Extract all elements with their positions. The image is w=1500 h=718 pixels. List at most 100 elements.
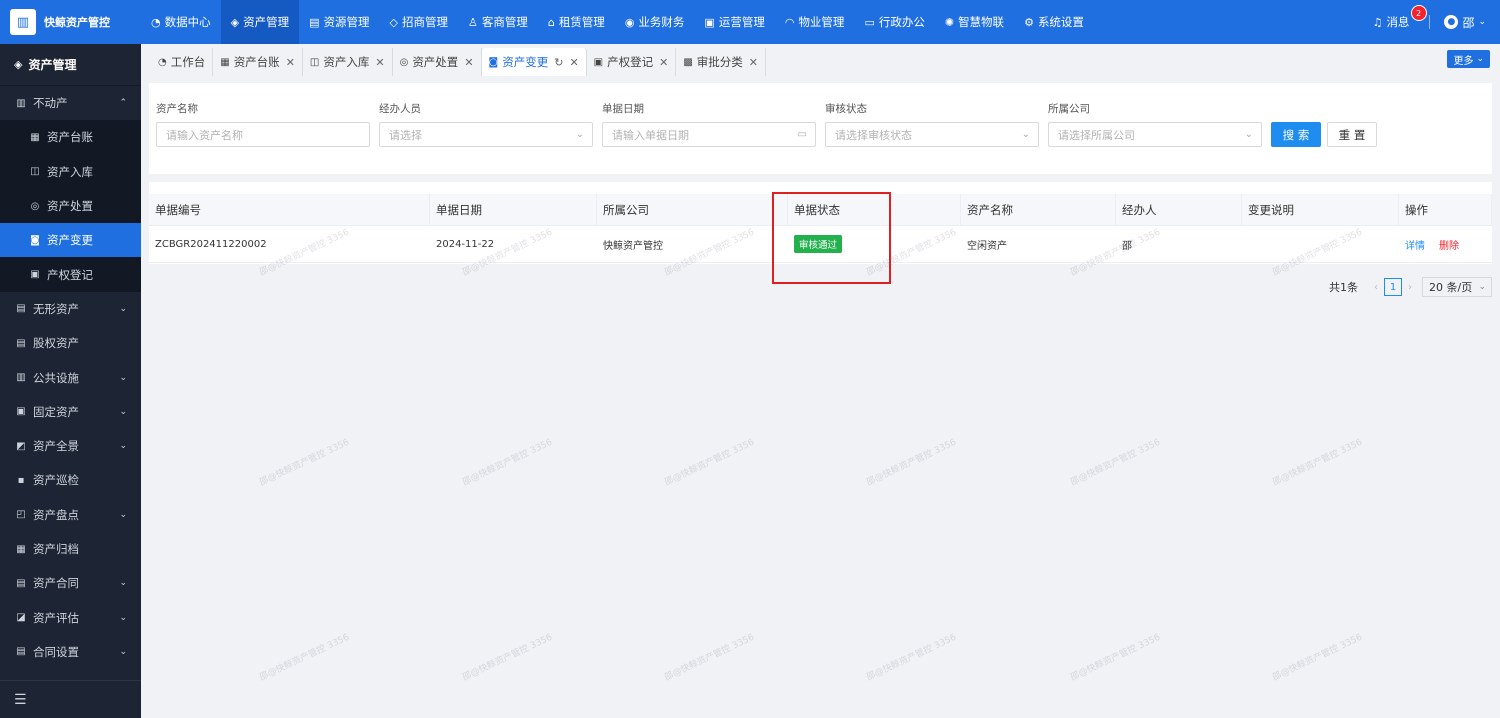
sidebar-item-label: 无形资产 [33, 301, 79, 316]
topnav-label: 行政办公 [878, 15, 925, 29]
topnav-item[interactable]: ◈ 资产管理 [220, 0, 300, 44]
topnav-label: 运营管理 [718, 15, 765, 29]
topnav-item[interactable]: ◠ 物业管理 [775, 0, 855, 44]
tab-icon: ▩ [683, 56, 693, 68]
topnav-label: 资产管理 [243, 15, 290, 29]
search-field[interactable]: 请选择审核状态 ⌄ [825, 122, 1039, 147]
tab[interactable]: ◙ 资产变更 ↻ ✕ [481, 48, 587, 76]
sidebar-item[interactable]: ▤ 股权资产 [0, 326, 141, 360]
field-placeholder: 请选择所属公司 [1058, 128, 1135, 142]
sidebar-item[interactable]: ▤ 无形资产 ⌄ [0, 292, 141, 326]
topnav-item[interactable]: ▤ 资源管理 [299, 0, 379, 44]
topnav-icon: ▭ [864, 15, 875, 29]
watermark-text: 邵@快鲸资产管控 3356 [258, 437, 351, 489]
search-field[interactable]: 请选择 ⌄ [379, 122, 593, 147]
top-right-tools: ♫ 消息 2 ● 邵 ⌄ [1373, 0, 1500, 44]
topnav-item[interactable]: ⌂ 租赁管理 [538, 0, 615, 44]
sidebar-item[interactable]: ▪ 资产巡检 [0, 463, 141, 497]
sidebar-item[interactable]: ▤ 资产合同 ⌄ [0, 566, 141, 600]
tab[interactable]: ◎ 资产处置 ✕ [393, 48, 482, 76]
sidebar-item[interactable]: ▦ 资产归档 [0, 532, 141, 566]
close-icon[interactable]: ✕ [375, 56, 384, 69]
sidebar-item[interactable]: ▣ 固定资产 ⌄ [0, 395, 141, 429]
user-menu[interactable]: ● 邵 ⌄ [1444, 14, 1486, 31]
sidebar-item[interactable]: ▦ 资产台账 [0, 120, 141, 155]
sidebar-item-label: 资产台账 [47, 130, 93, 145]
sidebar-item-label: 资产入库 [47, 164, 93, 179]
reset-button[interactable]: 重 置 [1327, 122, 1377, 147]
cell-company: 快鲸资产管控 [603, 240, 663, 252]
tab[interactable]: ▦ 资产台账 ✕ [213, 48, 303, 76]
cell-code: ZCBGR202411220002 [155, 238, 267, 250]
brand[interactable]: ▥ 快鲸资产管控 [0, 0, 141, 44]
sidebar-item-icon: ◙ [30, 234, 40, 246]
page-size-select[interactable]: 20 条/页 ⌄ [1422, 277, 1492, 297]
sidebar-item[interactable]: ◪ 资产评估 ⌄ [0, 600, 141, 634]
pagination: 共1条 ‹ 1 › 20 条/页 ⌄ [1329, 277, 1492, 297]
tab[interactable]: ◫ 资产入库 ✕ [303, 48, 393, 76]
building-icon: ▥ [10, 9, 36, 35]
topnav-item[interactable]: ◇ 招商管理 [379, 0, 457, 44]
close-icon[interactable]: ✕ [749, 56, 758, 69]
field-label: 审核状态 [825, 103, 867, 115]
highlight-annotation-box [772, 192, 891, 284]
watermark-text: 邵@快鲸资产管控 3356 [663, 632, 756, 684]
tab-icon: ◎ [399, 56, 409, 68]
delete-link[interactable]: 删除 [1439, 237, 1459, 252]
cell-asset: 空闲资产 [967, 240, 1007, 252]
search-button[interactable]: 搜 索 [1271, 122, 1321, 147]
topnav-item[interactable]: ◉ 业务财务 [615, 0, 695, 44]
refresh-icon[interactable]: ↻ [554, 56, 563, 69]
close-icon[interactable]: ✕ [569, 56, 578, 69]
sidebar-item-icon: ▦ [30, 131, 40, 143]
sidebar-item[interactable]: ▥ 公共设施 ⌄ [0, 360, 141, 394]
messages-button[interactable]: ♫ 消息 2 [1373, 5, 1427, 30]
top-navbar: ▥ 快鲸资产管控 ◔ 数据中心 ◈ 资产管理 ▤ 资源管理 ◇ 招商管理 ♙ 客商管理 ⌂ 租赁管理 ◉… [0, 0, 1500, 44]
sidebar-item-label: 公共设施 [33, 370, 79, 385]
tab-label: 资产台账 [233, 55, 280, 69]
topnav-label: 数据中心 [164, 15, 211, 29]
topnav-item[interactable]: ⚙ 系统设置 [1014, 0, 1094, 44]
sidebar-item[interactable]: ◙ 资产变更 [0, 223, 141, 258]
topnav-icon: ◉ [624, 15, 635, 29]
tab[interactable]: ◔ 工作台 [151, 48, 214, 76]
sidebar-item-icon: ◎ [30, 200, 40, 212]
page-number-button[interactable]: 1 [1384, 278, 1402, 296]
watermark-text: 邵@快鲸资产管控 3356 [1069, 632, 1162, 684]
topnav-icon: ◈ [230, 15, 240, 29]
close-icon[interactable]: ✕ [659, 56, 668, 69]
topnav-label: 系统设置 [1037, 15, 1084, 29]
topnav-label: 物业管理 [798, 15, 845, 29]
sidebar-item[interactable]: ◎ 资产处置 [0, 188, 141, 224]
tab[interactable]: ▣ 产权登记 ✕ [587, 48, 677, 76]
next-page-icon[interactable]: › [1408, 282, 1412, 293]
topnav-item[interactable]: ▭ 行政办公 [854, 0, 934, 44]
sidebar-item[interactable]: ▥ 不动产 ⌃ [0, 86, 141, 120]
tab[interactable]: ▩ 审批分类 ✕ [676, 48, 767, 76]
sidebar-item-icon: ▤ [16, 577, 26, 589]
search-field[interactable]: 请选择所属公司 ⌄ [1048, 122, 1262, 147]
sidebar-item[interactable]: ▣ 产权登记 [0, 257, 141, 292]
user-name: 邵 [1462, 15, 1475, 30]
detail-link[interactable]: 详情 [1405, 237, 1425, 252]
prev-page-icon[interactable]: ‹ [1374, 282, 1378, 293]
topnav-item[interactable]: ▣ 运营管理 [694, 0, 774, 44]
collapse-menu-button[interactable]: ☰ [0, 680, 141, 718]
close-icon[interactable]: ✕ [464, 56, 473, 69]
close-icon[interactable]: ✕ [286, 56, 295, 69]
topnav-item[interactable]: ✺ 智慧物联 [935, 0, 1014, 44]
sidebar-item[interactable]: ◰ 资产盘点 ⌄ [0, 498, 141, 532]
more-tabs-button[interactable]: 更多 ⌄ [1447, 50, 1490, 68]
chevron-down-icon: ⌄ [1476, 54, 1484, 64]
tab-label: 资产处置 [412, 55, 459, 69]
sidebar-item[interactable]: ◩ 资产全景 ⌄ [0, 429, 141, 463]
search-field[interactable]: 请输入单据日期 ▭ [602, 122, 816, 147]
sidebar-item[interactable]: ◫ 资产入库 [0, 154, 141, 189]
search-field[interactable]: 请输入资产名称 [156, 122, 370, 147]
topnav-item[interactable]: ♙ 客商管理 [458, 0, 538, 44]
topnav-item[interactable]: ◔ 数据中心 [141, 0, 221, 44]
calendar-icon: ▭ [797, 129, 807, 140]
sidebar-item[interactable]: ▤ 合同设置 ⌄ [0, 635, 141, 669]
sidebar-header-label: 资产管理 [28, 58, 77, 72]
sidebar-item-icon: ▤ [16, 646, 26, 658]
